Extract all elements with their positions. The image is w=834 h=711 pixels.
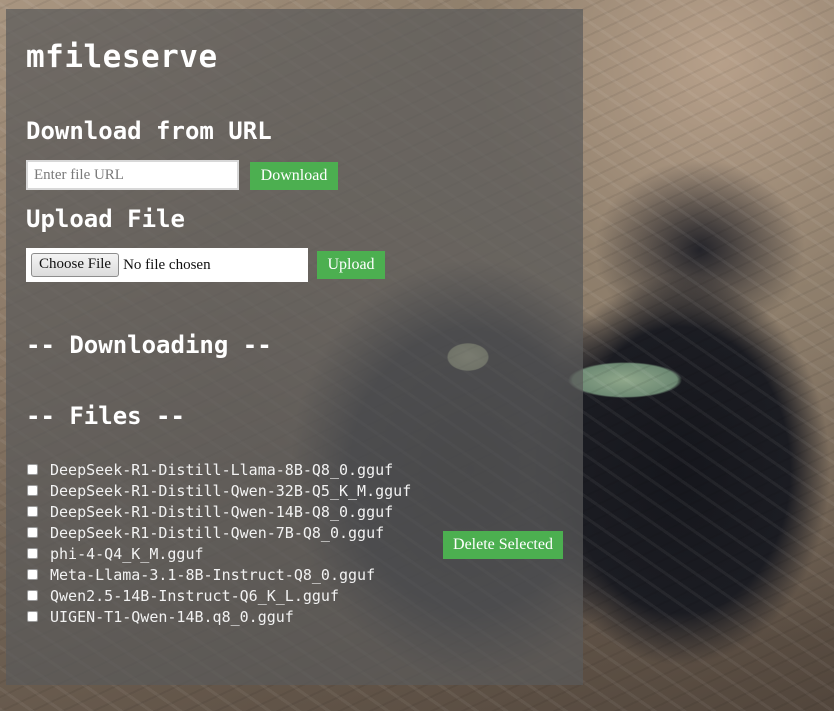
file-checkbox[interactable]	[27, 527, 38, 538]
delete-selected-button[interactable]: Delete Selected	[443, 531, 563, 559]
file-checkbox[interactable]	[27, 464, 38, 475]
file-list-item: Qwen2.5-14B-Instruct-Q6_K_L.gguf	[26, 585, 411, 606]
file-checkbox[interactable]	[27, 569, 38, 580]
file-input[interactable]: Choose File No file chosen	[26, 248, 308, 282]
file-list-item: phi-4-Q4_K_M.gguf	[26, 543, 411, 564]
file-name: DeepSeek-R1-Distill-Qwen-7B-Q8_0.gguf	[50, 523, 385, 542]
file-list-item: UIGEN-T1-Qwen-14B.q8_0.gguf	[26, 606, 411, 627]
file-name: DeepSeek-R1-Distill-Llama-8B-Q8_0.gguf	[50, 460, 394, 479]
file-name: Meta-Llama-3.1-8B-Instruct-Q8_0.gguf	[50, 565, 376, 584]
file-list-item: DeepSeek-R1-Distill-Qwen-32B-Q5_K_M.gguf	[26, 480, 411, 501]
downloading-heading: -- Downloading --	[26, 331, 272, 359]
file-name: Qwen2.5-14B-Instruct-Q6_K_L.gguf	[50, 586, 339, 605]
upload-heading: Upload File	[26, 205, 185, 233]
url-input[interactable]	[26, 160, 239, 190]
file-name: DeepSeek-R1-Distill-Qwen-14B-Q8_0.gguf	[50, 502, 394, 521]
file-list-item: DeepSeek-R1-Distill-Qwen-7B-Q8_0.gguf	[26, 522, 411, 543]
choose-file-button[interactable]: Choose File	[31, 253, 120, 277]
app-title: mfileserve	[26, 39, 218, 75]
file-checkbox[interactable]	[27, 590, 38, 601]
file-checkbox[interactable]	[27, 611, 38, 622]
main-panel: mfileserve Download from URL Download Up…	[6, 9, 583, 685]
upload-button[interactable]: Upload	[317, 251, 385, 279]
download-button[interactable]: Download	[250, 162, 338, 190]
download-heading: Download from URL	[26, 117, 272, 145]
file-name: UIGEN-T1-Qwen-14B.q8_0.gguf	[50, 607, 294, 626]
file-list-item: DeepSeek-R1-Distill-Llama-8B-Q8_0.gguf	[26, 459, 411, 480]
file-list-item: DeepSeek-R1-Distill-Qwen-14B-Q8_0.gguf	[26, 501, 411, 522]
files-heading: -- Files --	[26, 402, 185, 430]
file-list-item: Meta-Llama-3.1-8B-Instruct-Q8_0.gguf	[26, 564, 411, 585]
file-checkbox[interactable]	[27, 506, 38, 517]
chosen-file-text: No file chosen	[123, 256, 211, 273]
file-name: phi-4-Q4_K_M.gguf	[50, 544, 204, 563]
file-checkbox[interactable]	[27, 485, 38, 496]
file-list: DeepSeek-R1-Distill-Llama-8B-Q8_0.gguf D…	[26, 459, 411, 627]
file-checkbox[interactable]	[27, 548, 38, 559]
file-name: DeepSeek-R1-Distill-Qwen-32B-Q5_K_M.gguf	[50, 481, 412, 500]
